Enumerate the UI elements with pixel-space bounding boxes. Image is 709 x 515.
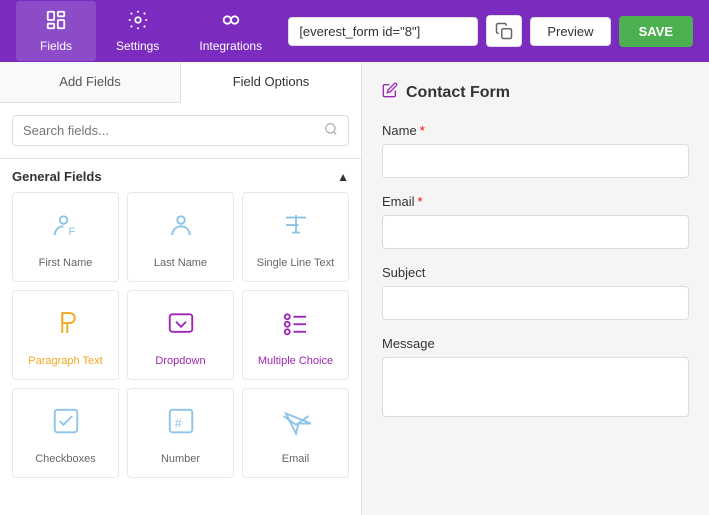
field-item-paragraph[interactable]: Paragraph Text — [12, 290, 119, 380]
checkboxes-icon — [51, 406, 81, 443]
shortcode-area: Preview SAVE — [288, 15, 693, 47]
email-required-star: * — [418, 194, 423, 209]
dropdown-label: Dropdown — [155, 355, 205, 367]
field-item-multiple-choice[interactable]: Multiple Choice — [242, 290, 349, 380]
search-box — [12, 115, 349, 146]
field-item-dropdown[interactable]: Dropdown — [127, 290, 234, 380]
form-title-row: Contact Form — [382, 82, 689, 103]
form-field-email: Email * — [382, 194, 689, 249]
search-area — [0, 103, 361, 159]
edit-icon — [382, 82, 398, 103]
nav-settings-label: Settings — [116, 39, 159, 53]
top-navigation: Fields Settings Integrations Preview — [0, 0, 709, 62]
settings-icon — [127, 9, 149, 35]
tab-add-fields[interactable]: Add Fields — [0, 62, 181, 102]
nav-fields-label: Fields — [40, 39, 72, 53]
right-panel: Contact Form Name * Email * Subject — [362, 62, 709, 515]
fields-grid: F First Name Last Name — [0, 192, 361, 490]
subject-field-label: Subject — [382, 265, 689, 280]
first-name-icon: F — [51, 210, 81, 247]
field-item-first-name[interactable]: F First Name — [12, 192, 119, 282]
paragraph-label: Paragraph Text — [28, 355, 102, 367]
email-field-icon — [281, 406, 311, 443]
dropdown-icon — [166, 308, 196, 345]
number-icon: # — [166, 406, 196, 443]
nav-integrations-label: Integrations — [199, 39, 262, 53]
name-required-star: * — [420, 123, 425, 138]
search-input[interactable] — [23, 123, 316, 138]
main-layout: Add Fields Field Options General Fields … — [0, 62, 709, 515]
field-item-last-name[interactable]: Last Name — [127, 192, 234, 282]
nav-fields[interactable]: Fields — [16, 1, 96, 61]
multiple-choice-icon — [281, 308, 311, 345]
field-item-email[interactable]: Email — [242, 388, 349, 478]
form-field-name: Name * — [382, 123, 689, 178]
field-item-checkboxes[interactable]: Checkboxes — [12, 388, 119, 478]
nav-integrations[interactable]: Integrations — [179, 1, 282, 61]
svg-text:#: # — [174, 416, 181, 430]
email-input[interactable] — [382, 215, 689, 249]
section-header: General Fields ▲ — [0, 159, 361, 192]
field-item-number[interactable]: # Number — [127, 388, 234, 478]
left-panel: Add Fields Field Options General Fields … — [0, 62, 362, 515]
last-name-icon — [166, 210, 196, 247]
name-input[interactable] — [382, 144, 689, 178]
single-line-icon — [281, 210, 311, 247]
integrations-icon — [220, 9, 242, 35]
number-label: Number — [161, 453, 200, 465]
svg-text:F: F — [68, 226, 75, 238]
search-icon — [324, 122, 338, 139]
form-field-subject: Subject — [382, 265, 689, 320]
paragraph-icon — [51, 308, 81, 345]
copy-shortcode-button[interactable] — [486, 15, 522, 47]
checkboxes-label: Checkboxes — [35, 453, 96, 465]
nav-settings[interactable]: Settings — [96, 1, 179, 61]
form-title: Contact Form — [406, 84, 510, 102]
preview-button[interactable]: Preview — [530, 17, 610, 46]
single-line-label: Single Line Text — [257, 257, 334, 269]
email-field-label: Email — [282, 453, 310, 465]
section-title: General Fields — [12, 169, 102, 184]
message-field-label: Message — [382, 336, 689, 351]
collapse-arrow-icon[interactable]: ▲ — [337, 170, 349, 184]
field-item-single-line[interactable]: Single Line Text — [242, 192, 349, 282]
save-button[interactable]: SAVE — [619, 16, 693, 47]
multiple-choice-label: Multiple Choice — [258, 355, 333, 367]
last-name-label: Last Name — [154, 257, 207, 269]
tab-field-options[interactable]: Field Options — [181, 62, 361, 103]
message-textarea[interactable] — [382, 357, 689, 417]
panel-tabs: Add Fields Field Options — [0, 62, 361, 103]
email-field-label-text: Email * — [382, 194, 689, 209]
first-name-label: First Name — [39, 257, 93, 269]
fields-icon — [45, 9, 67, 35]
form-field-message: Message — [382, 336, 689, 422]
subject-input[interactable] — [382, 286, 689, 320]
shortcode-input[interactable] — [288, 17, 478, 46]
name-field-label: Name * — [382, 123, 689, 138]
